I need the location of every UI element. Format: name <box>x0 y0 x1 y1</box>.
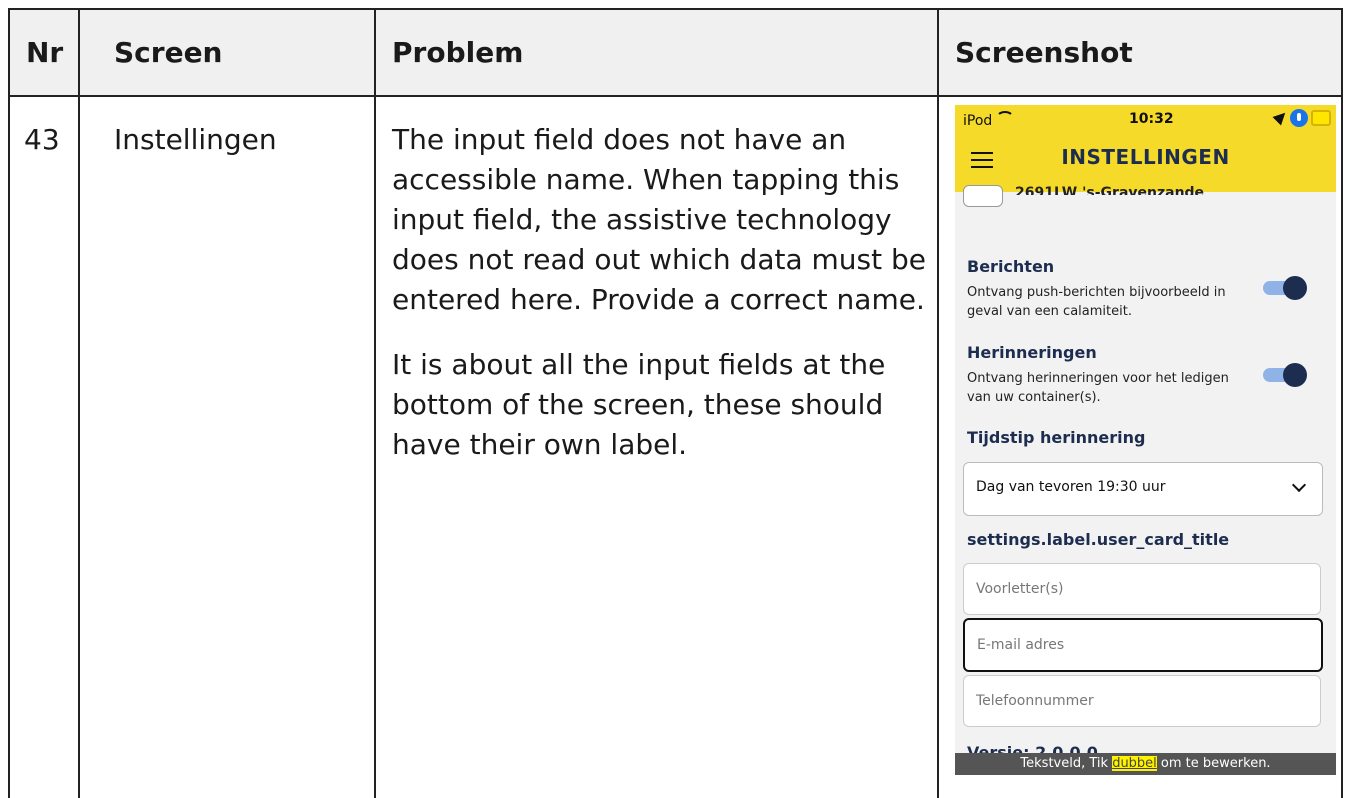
row-problem: The input field does not have an accessi… <box>392 120 927 490</box>
problem-paragraph-1: The input field does not have an accessi… <box>392 123 927 316</box>
microphone-icon <box>1290 109 1308 127</box>
battery-icon <box>1311 110 1331 126</box>
berichten-desc: Ontvang push-berichten bijvoorbeeld in g… <box>967 285 1226 319</box>
voiceover-caption: Tekstveld, Tik dubbel om te bewerken. <box>955 753 1336 775</box>
initials-input[interactable] <box>964 564 1320 614</box>
table-divider-2 <box>374 8 376 798</box>
problem-paragraph-2: It is about all the input fields at the … <box>392 348 886 461</box>
chevron-down-icon <box>1291 477 1307 493</box>
herinneringen-title: Herinneringen <box>967 343 1097 362</box>
address-radio[interactable] <box>963 185 1003 207</box>
tijdstip-select[interactable]: Dag van tevoren 19:30 uur <box>963 462 1323 516</box>
app-screenshot: iPod 10:32 INSTELLINGEN 2691LW 's-Graven… <box>955 105 1336 775</box>
row-screen: Instellingen <box>114 123 277 156</box>
header-screenshot: Screenshot <box>955 35 1133 69</box>
table-border-right <box>1341 8 1343 798</box>
initials-field[interactable] <box>963 563 1321 615</box>
table-border-header <box>8 95 1343 97</box>
address-text: 2691LW 's-Gravenzande <box>1015 185 1205 195</box>
berichten-toggle[interactable] <box>1263 276 1307 300</box>
phone-input[interactable] <box>964 676 1320 726</box>
row-nr: 43 <box>24 123 60 156</box>
wifi-icon <box>996 111 1015 125</box>
herinneringen-desc: Ontvang herinneringen voor het ledigen v… <box>967 371 1229 405</box>
header-screen: Screen <box>114 35 223 69</box>
status-time: 10:32 <box>1129 111 1174 127</box>
herinneringen-toggle[interactable] <box>1263 363 1307 387</box>
phone-field[interactable] <box>963 675 1321 727</box>
table-border-top <box>8 8 1343 10</box>
user-card-title: settings.label.user_card_title <box>967 530 1230 549</box>
email-field[interactable] <box>963 618 1323 672</box>
app-title: INSTELLINGEN <box>1061 145 1230 169</box>
table-divider-3 <box>937 8 939 798</box>
status-device: iPod <box>963 111 1015 129</box>
table-border-left <box>8 8 10 798</box>
email-input[interactable] <box>965 620 1321 670</box>
header-problem: Problem <box>392 35 524 69</box>
header-nr: Nr <box>26 35 64 69</box>
berichten-title: Berichten <box>967 257 1055 276</box>
tijdstip-value: Dag van tevoren 19:30 uur <box>976 479 1166 495</box>
tijdstip-title: Tijdstip herinnering <box>967 428 1146 447</box>
table-divider-1 <box>78 8 80 798</box>
